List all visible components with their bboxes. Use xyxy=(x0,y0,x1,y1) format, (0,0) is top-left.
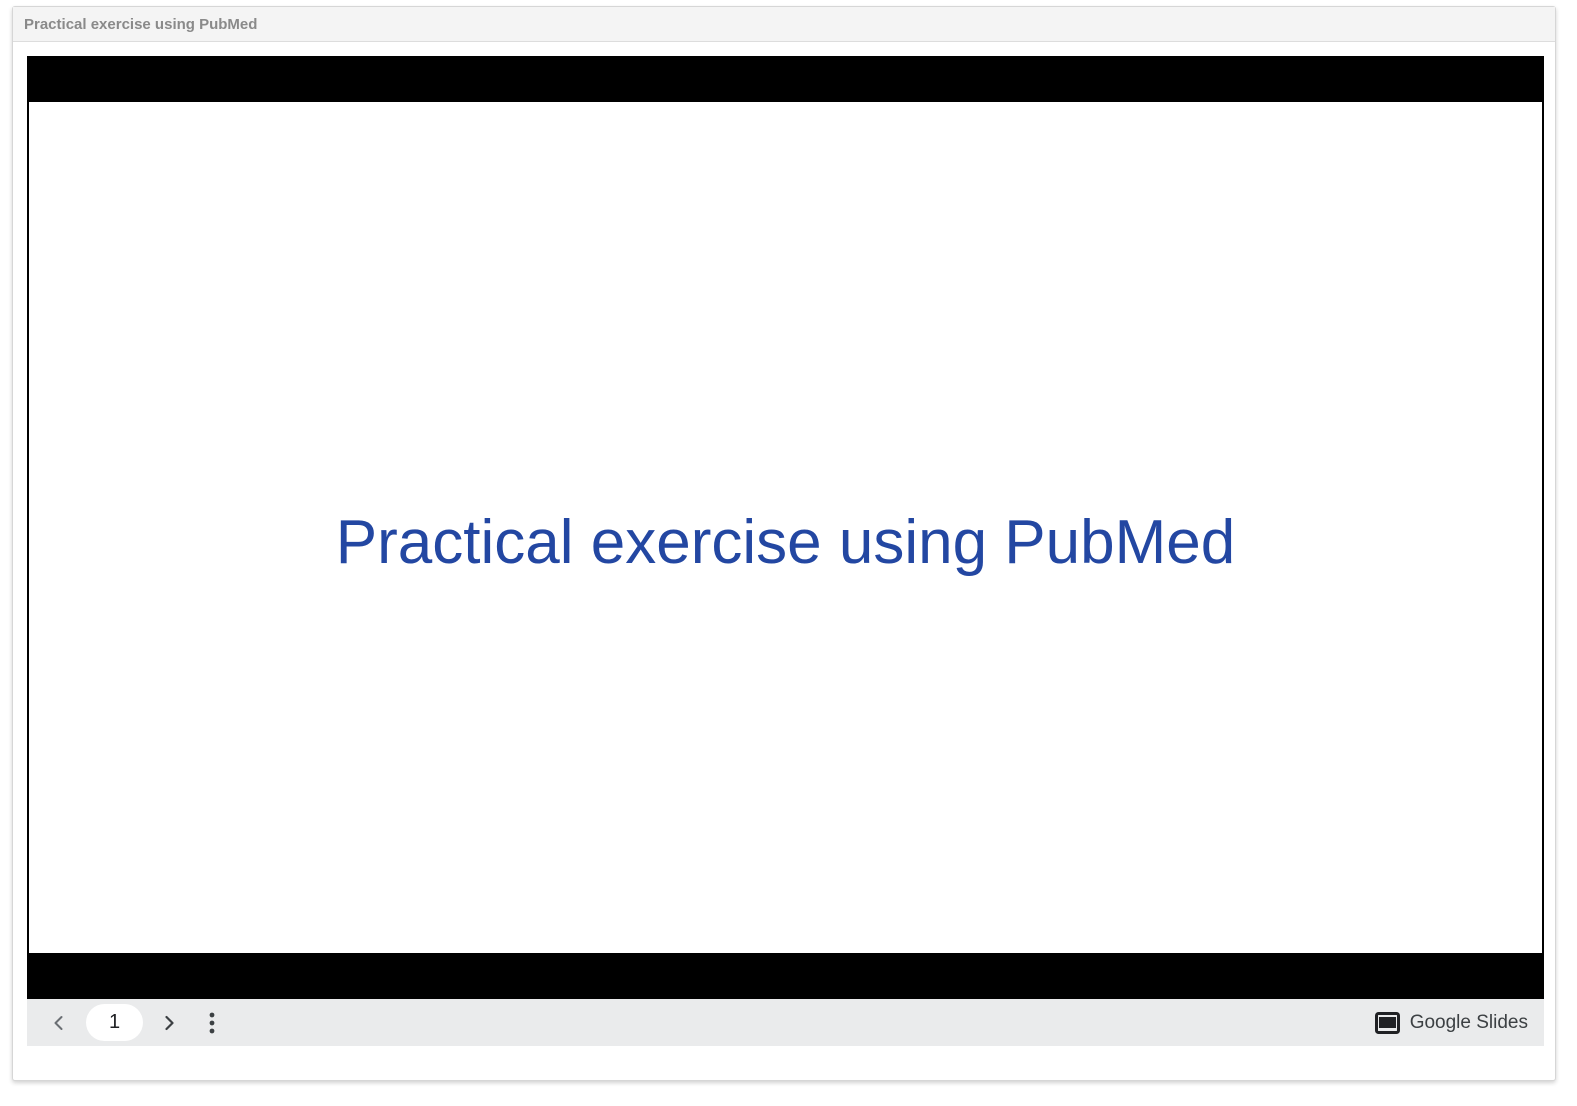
chevron-left-icon xyxy=(54,1016,63,1030)
slide-title: Practical exercise using PubMed xyxy=(335,508,1236,577)
slides-embed: Practical exercise using PubMed 1 Google… xyxy=(27,56,1544,1046)
slide-canvas[interactable]: Practical exercise using PubMed xyxy=(29,102,1542,953)
slides-toolbar: 1 Google Slides xyxy=(27,999,1544,1046)
more-vert-icon xyxy=(209,1012,215,1034)
slides-icon xyxy=(1374,1011,1400,1036)
page-number-indicator[interactable]: 1 xyxy=(86,1004,143,1041)
embed-card: Practical exercise using PubMed Practica… xyxy=(12,6,1556,1081)
card-header: Practical exercise using PubMed xyxy=(13,7,1555,42)
next-slide-button[interactable] xyxy=(155,1009,183,1037)
card-title: Practical exercise using PubMed xyxy=(24,16,258,33)
brand-label: Google Slides xyxy=(1409,1012,1528,1033)
previous-slide-button[interactable] xyxy=(45,1009,73,1037)
chevron-right-icon xyxy=(165,1015,174,1031)
more-options-button[interactable] xyxy=(198,1009,226,1037)
google-slides-link[interactable]: Google Slides xyxy=(1374,1008,1528,1038)
